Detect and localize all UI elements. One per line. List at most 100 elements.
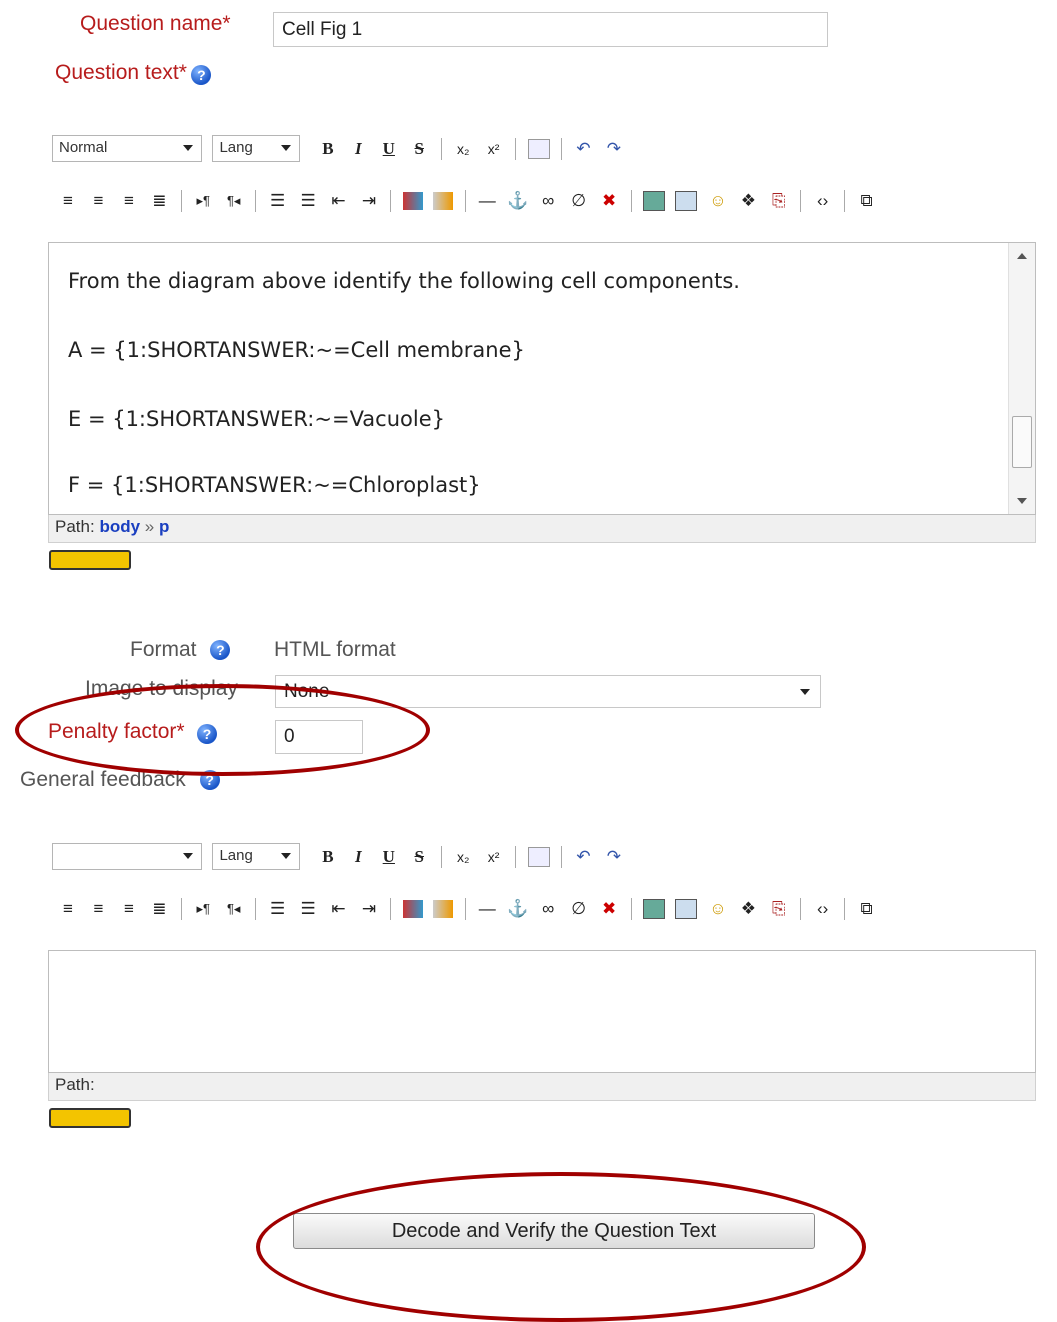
path-bar: Path: — [48, 1073, 1036, 1101]
chevron-down-icon — [800, 689, 810, 695]
text-color-icon[interactable] — [402, 900, 423, 918]
unordered-list-icon[interactable]: ☰ — [297, 899, 319, 919]
background-color-icon[interactable] — [433, 900, 454, 918]
italic-button[interactable]: I — [347, 139, 369, 159]
ordered-list-icon[interactable]: ☰ — [267, 899, 289, 919]
insert-image-icon[interactable] — [642, 191, 665, 211]
unordered-list-icon[interactable]: ☰ — [297, 191, 319, 211]
nolink-icon[interactable]: ✖ — [598, 191, 620, 211]
fullscreen-icon[interactable]: ⧉ — [856, 899, 878, 919]
question-text-label-row: Question text* ? — [55, 61, 212, 85]
redo-icon[interactable]: ↷ — [603, 847, 625, 867]
annotation-ellipse — [256, 1172, 866, 1322]
html-source-icon[interactable]: ‹› — [812, 899, 834, 919]
subscript-button[interactable]: x₂ — [452, 141, 474, 157]
paste-word-icon[interactable] — [527, 138, 550, 159]
smiley-icon[interactable]: ☺ — [707, 191, 729, 211]
align-left-icon[interactable]: ≡ — [57, 191, 79, 211]
link-icon[interactable]: ∞ — [537, 899, 559, 919]
keyboard-help-icon[interactable] — [49, 550, 131, 570]
editor-paragraph: F = {1:SHORTANSWER:~=Chloroplast} — [68, 473, 481, 497]
format-label: Format — [130, 638, 197, 661]
format-select[interactable]: Normal — [52, 135, 202, 162]
question-text-label: Question text* — [55, 61, 187, 84]
editor-paragraph: A = {1:SHORTANSWER:~=Cell membrane} — [68, 338, 525, 362]
format-label-row: Format ? — [130, 638, 231, 662]
scrollbar-thumb[interactable] — [1012, 416, 1032, 468]
outdent-icon[interactable]: ⇤ — [328, 191, 350, 211]
align-justify-icon[interactable]: ≣ — [148, 899, 170, 919]
superscript-button[interactable]: x² — [483, 849, 505, 865]
editor-toolbar-row2: ≡ ≡ ≡ ≣ ▸¶ ¶◂ ☰ ☰ ⇤ ⇥ — ⚓ ∞ ∅ ✖ ☺ ❖ ⎘ ‹›… — [55, 190, 880, 212]
align-right-icon[interactable]: ≡ — [118, 899, 140, 919]
path-bar: Path: body » p — [48, 515, 1036, 543]
nolink-icon[interactable]: ✖ — [598, 899, 620, 919]
undo-icon[interactable]: ↶ — [572, 847, 594, 867]
link-icon[interactable]: ∞ — [537, 191, 559, 211]
horizontal-rule-icon[interactable]: — — [476, 191, 498, 211]
editor-paragraph: From the diagram above identify the foll… — [68, 269, 740, 293]
special-char-icon[interactable]: ❖ — [737, 899, 759, 919]
keyboard-help-icon[interactable] — [49, 1108, 131, 1128]
superscript-button[interactable]: x² — [483, 141, 505, 157]
feedback-toolbar-row1: Lang B I U S x₂ x² ↶ ↷ — [52, 843, 627, 870]
search-replace-icon[interactable]: ⎘ — [768, 899, 790, 919]
align-center-icon[interactable]: ≡ — [87, 899, 109, 919]
lang-select[interactable]: Lang — [212, 135, 301, 162]
bold-button[interactable]: B — [317, 139, 339, 159]
ltr-icon[interactable]: ▸¶ — [192, 193, 214, 209]
subscript-button[interactable]: x₂ — [452, 849, 474, 865]
ltr-icon[interactable]: ▸¶ — [192, 901, 214, 917]
path-body-link[interactable]: body — [99, 517, 140, 536]
insert-table-icon[interactable] — [675, 191, 698, 211]
underline-button[interactable]: U — [378, 847, 400, 867]
question-name-input[interactable]: Cell Fig 1 — [273, 12, 828, 47]
editor-paragraph: E = {1:SHORTANSWER:~=Vacuole} — [68, 407, 445, 431]
text-color-icon[interactable] — [402, 192, 423, 210]
annotation-ellipse — [15, 684, 430, 776]
horizontal-rule-icon[interactable]: — — [476, 899, 498, 919]
align-right-icon[interactable]: ≡ — [118, 191, 140, 211]
unlink-icon[interactable]: ∅ — [568, 899, 590, 919]
strikethrough-button[interactable]: S — [408, 139, 430, 159]
insert-table-icon[interactable] — [675, 899, 698, 919]
path-p-link[interactable]: p — [159, 517, 169, 536]
paste-word-icon[interactable] — [527, 846, 550, 867]
align-center-icon[interactable]: ≡ — [87, 191, 109, 211]
feedback-toolbar-row2: ≡ ≡ ≡ ≣ ▸¶ ¶◂ ☰ ☰ ⇤ ⇥ — ⚓ ∞ ∅ ✖ ☺ ❖ ⎘ ‹›… — [55, 898, 880, 920]
search-replace-icon[interactable]: ⎘ — [768, 191, 790, 211]
indent-icon[interactable]: ⇥ — [358, 899, 380, 919]
insert-image-icon[interactable] — [642, 899, 665, 919]
outdent-icon[interactable]: ⇤ — [328, 899, 350, 919]
align-justify-icon[interactable]: ≣ — [148, 191, 170, 211]
html-source-icon[interactable]: ‹› — [812, 191, 834, 211]
ordered-list-icon[interactable]: ☰ — [267, 191, 289, 211]
anchor-icon[interactable]: ⚓ — [507, 899, 529, 919]
editor-toolbar-row1: Normal Lang B I U S x₂ x² ↶ ↷ — [52, 135, 627, 162]
lang-select[interactable]: Lang — [212, 843, 301, 870]
bold-button[interactable]: B — [317, 847, 339, 867]
smiley-icon[interactable]: ☺ — [707, 899, 729, 919]
strikethrough-button[interactable]: S — [408, 847, 430, 867]
rtl-icon[interactable]: ¶◂ — [223, 901, 245, 917]
rtl-icon[interactable]: ¶◂ — [223, 193, 245, 209]
indent-icon[interactable]: ⇥ — [358, 191, 380, 211]
italic-button[interactable]: I — [347, 847, 369, 867]
fullscreen-icon[interactable]: ⧉ — [856, 191, 878, 211]
underline-button[interactable]: U — [378, 139, 400, 159]
special-char-icon[interactable]: ❖ — [737, 191, 759, 211]
format-value: HTML format — [274, 638, 396, 661]
help-icon[interactable]: ? — [210, 640, 231, 661]
align-left-icon[interactable]: ≡ — [57, 899, 79, 919]
format-select[interactable] — [52, 843, 202, 870]
general-feedback-editor[interactable] — [48, 950, 1036, 1073]
help-icon[interactable]: ? — [191, 64, 212, 85]
unlink-icon[interactable]: ∅ — [568, 191, 590, 211]
question-text-editor[interactable]: From the diagram above identify the foll… — [48, 242, 1036, 515]
editor-scrollbar[interactable] — [1008, 243, 1035, 514]
background-color-icon[interactable] — [433, 192, 454, 210]
undo-icon[interactable]: ↶ — [572, 139, 594, 159]
redo-icon[interactable]: ↷ — [603, 139, 625, 159]
anchor-icon[interactable]: ⚓ — [507, 191, 529, 211]
question-name-label: Question name* — [80, 12, 231, 35]
